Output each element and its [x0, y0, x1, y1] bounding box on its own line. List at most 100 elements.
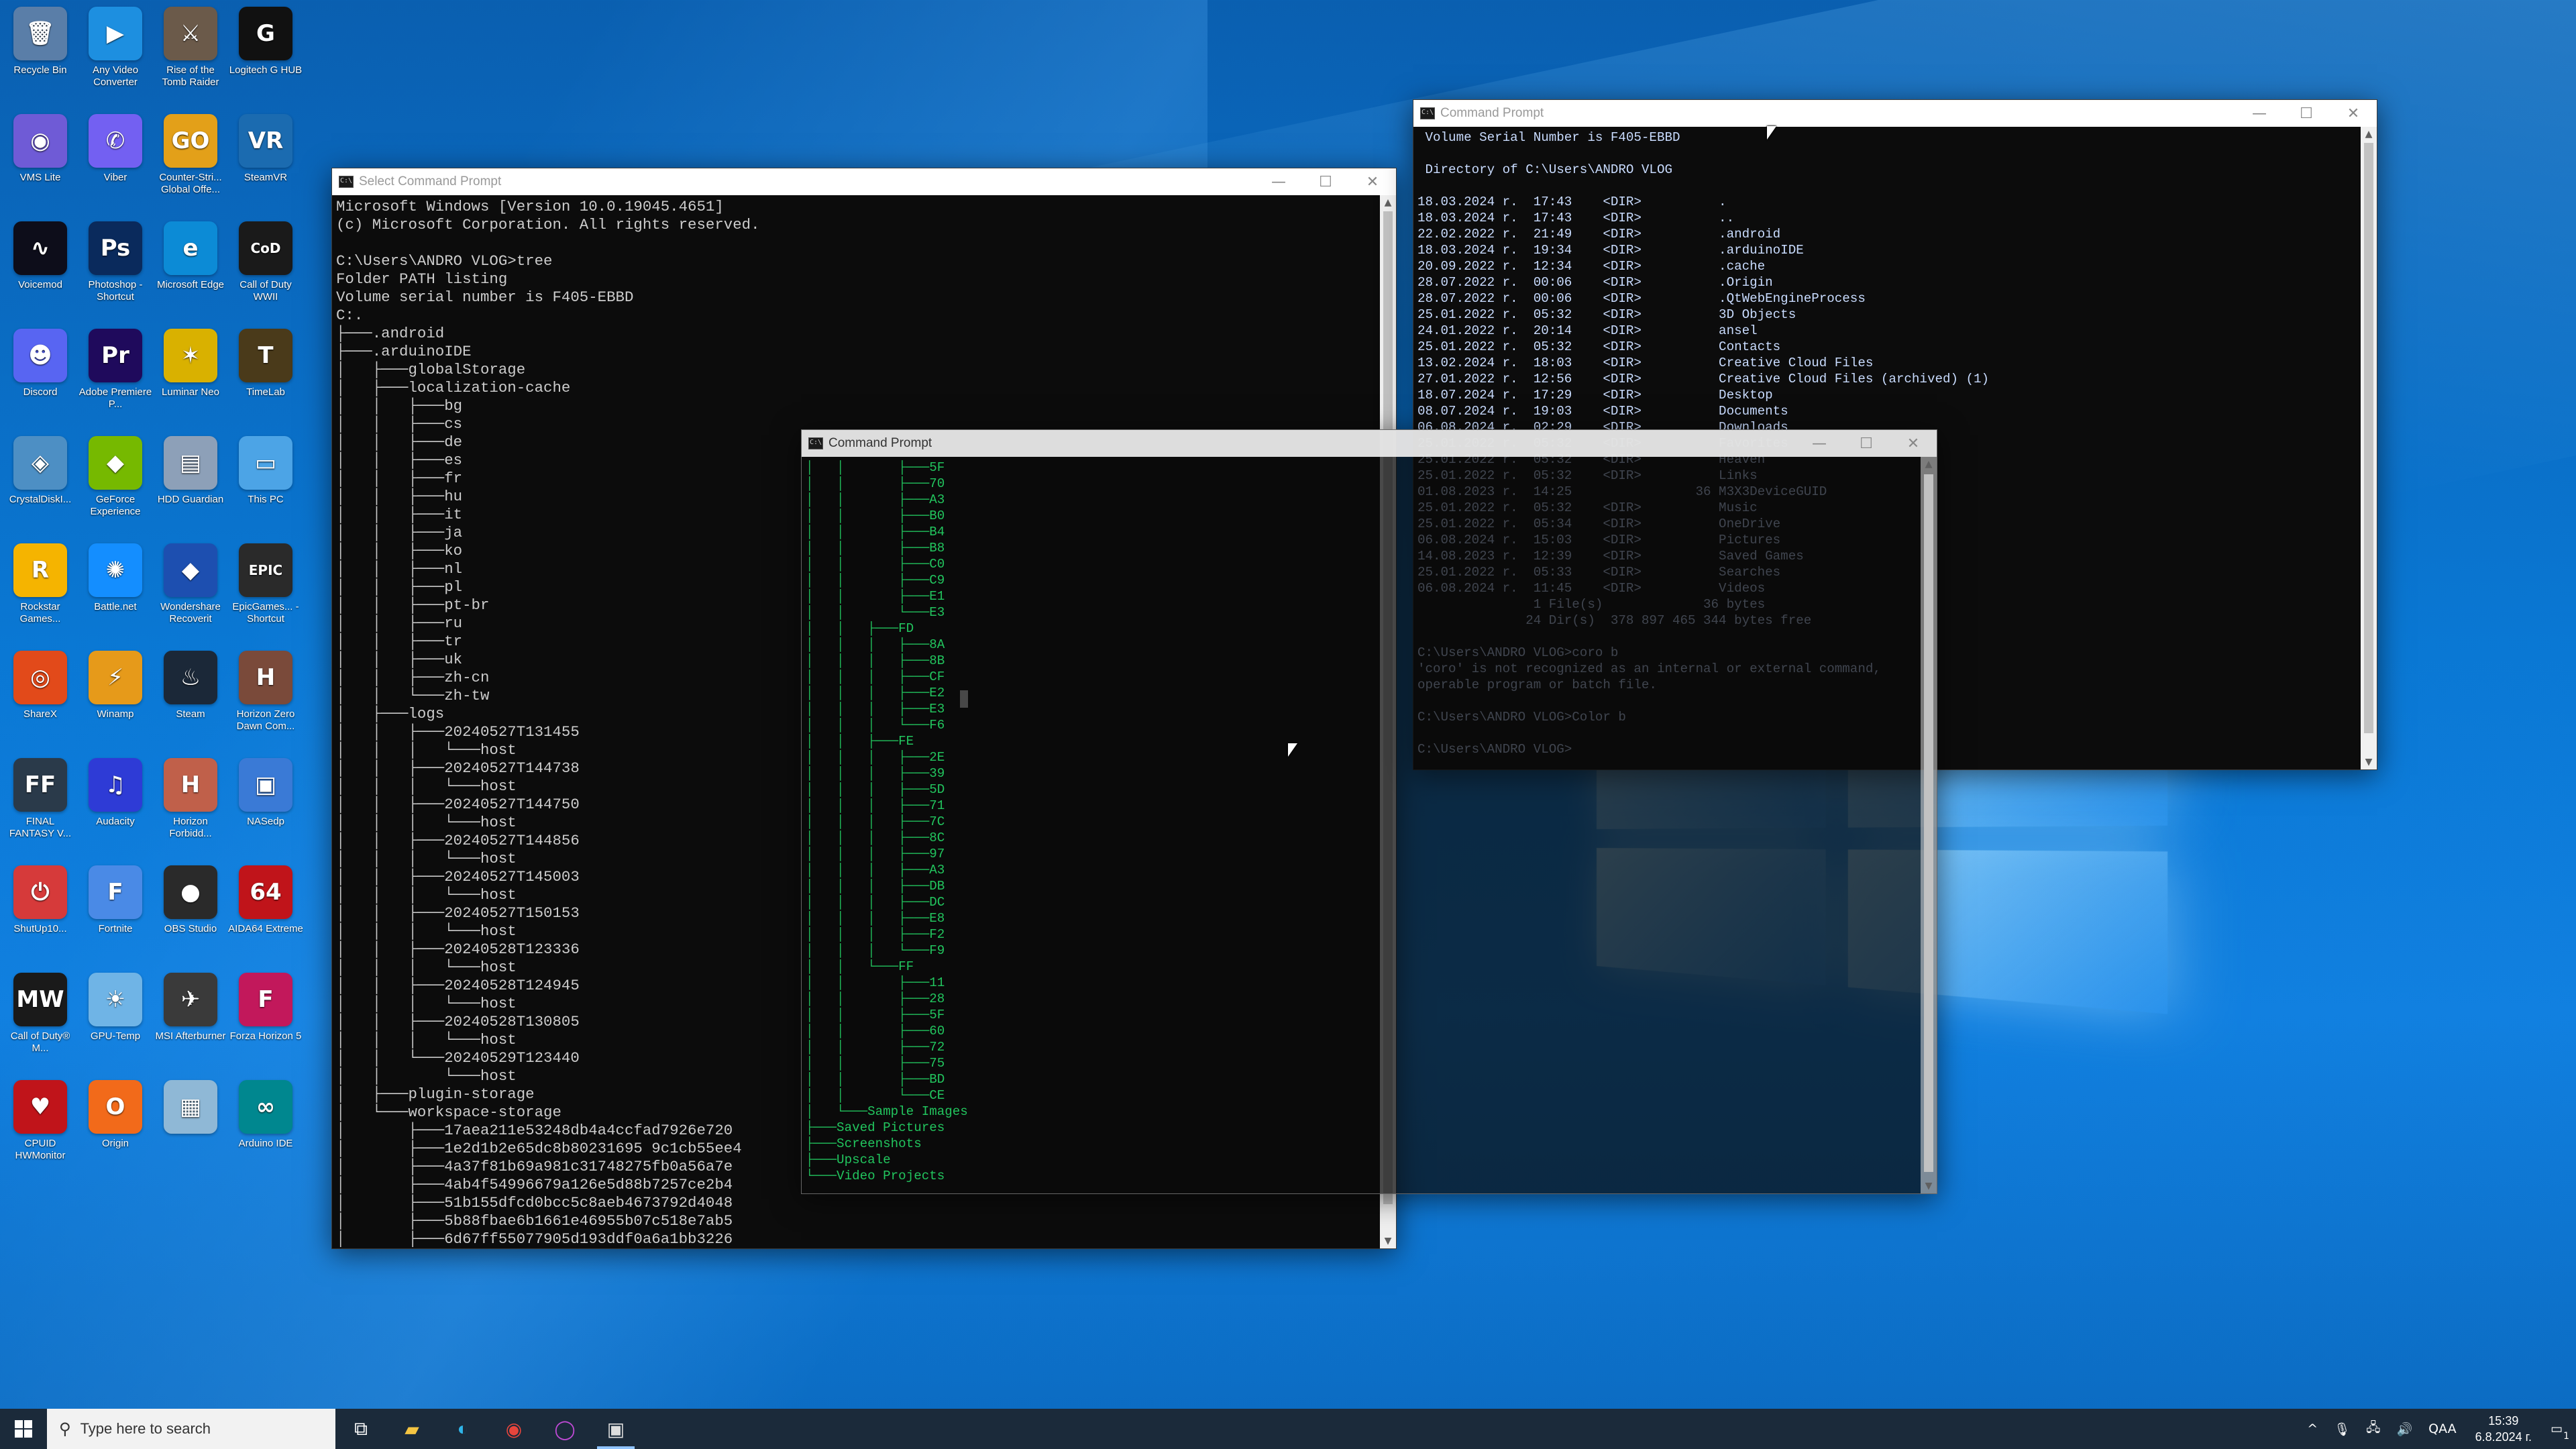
desktop-icon-label: Winamp	[97, 708, 134, 720]
scroll-thumb[interactable]	[1924, 474, 1933, 1172]
vertical-scrollbar[interactable]: ▲ ▼	[2361, 127, 2377, 769]
desktop-icon[interactable]: F Forza Horizon 5	[228, 970, 303, 1075]
desktop-icon[interactable]: ✶ Luminar Neo	[153, 326, 228, 431]
app-icon: Ps	[89, 221, 142, 275]
vertical-scrollbar[interactable]: ▲ ▼	[1921, 457, 1937, 1193]
desktop-icon[interactable]: ∿ Voicemod	[3, 219, 78, 323]
scroll-down-arrow-icon[interactable]: ▼	[1921, 1179, 1937, 1193]
desktop-icon[interactable]: e Microsoft Edge	[153, 219, 228, 323]
desktop-icon[interactable]: ▣ NASedp	[228, 755, 303, 860]
desktop-icon[interactable]: G Logitech G HUB	[228, 4, 303, 109]
desktop-icon[interactable]: ☻ Discord	[3, 326, 78, 431]
desktop-icon[interactable]: H Horizon Zero Dawn Com...	[228, 648, 303, 753]
app-icon: 🗑	[13, 7, 67, 60]
app-icon: ♫	[89, 758, 142, 812]
desktop-icon[interactable]: ⚡ Winamp	[78, 648, 153, 753]
desktop-icon[interactable]: ∞ Arduino IDE	[228, 1077, 303, 1182]
desktop-icon[interactable]: ◆ GeForce Experience	[78, 433, 153, 538]
mouse-pointer-icon	[1767, 126, 1776, 140]
maximize-button[interactable]: ☐	[1302, 174, 1349, 191]
scroll-down-arrow-icon[interactable]: ▼	[2361, 755, 2377, 769]
app-icon: EPIC	[239, 543, 292, 597]
app-icon: ✶	[164, 329, 217, 382]
desktop-icon[interactable]: R Rockstar Games...	[3, 541, 78, 645]
maximize-button[interactable]: ☐	[1843, 435, 1890, 452]
close-button[interactable]: ✕	[2330, 105, 2377, 122]
desktop-icon[interactable]: ◆ Wondershare Recoverit	[153, 541, 228, 645]
desktop-icon[interactable]: O Origin	[78, 1077, 153, 1182]
taskbar-edge-button[interactable]: ◐	[437, 1409, 488, 1449]
scroll-thumb[interactable]	[2364, 143, 2373, 733]
desktop-icon[interactable]: ♨ Steam	[153, 648, 228, 753]
clock-date: 6.8.2024 г.	[2475, 1430, 2532, 1444]
desktop-icon[interactable]: MW Call of Duty® M...	[3, 970, 78, 1075]
taskbar-search-box[interactable]: ⚲ Type here to search	[47, 1409, 335, 1449]
scroll-up-arrow-icon[interactable]: ▲	[1380, 195, 1396, 210]
desktop-icon[interactable]: 64 AIDA64 Extreme	[228, 863, 303, 967]
desktop-icon[interactable]: ◎ ShareX	[3, 648, 78, 753]
desktop-icon[interactable]: CoD Call of Duty WWII	[228, 219, 303, 323]
close-button[interactable]: ✕	[1349, 174, 1396, 191]
desktop-icon[interactable]: ⚔ Rise of the Tomb Raider	[153, 4, 228, 109]
desktop-icon[interactable]: Pr Adobe Premiere P...	[78, 326, 153, 431]
window-titlebar[interactable]: C:\ Select Command Prompt — ☐ ✕	[332, 168, 1396, 195]
app-icon: ●	[164, 865, 217, 919]
scroll-down-arrow-icon[interactable]: ▼	[1380, 1234, 1396, 1248]
microphone-icon[interactable]: 🎙	[2334, 1421, 2350, 1437]
desktop-icon[interactable]: VR SteamVR	[228, 111, 303, 216]
desktop-icon[interactable]: H Horizon Forbidd...	[153, 755, 228, 860]
taskbar-apps: ⧉ ▰ ◐ ◉ ◯ ▣	[335, 1409, 641, 1449]
desktop-icon[interactable]: ▦	[153, 1077, 228, 1182]
file-explorer-icon: ▰	[405, 1418, 419, 1440]
cmd-icon: C:\	[808, 437, 823, 449]
desktop-icon[interactable]: ⏻ ShutUp10...	[3, 863, 78, 967]
desktop-icon[interactable]: ▭ This PC	[228, 433, 303, 538]
clock[interactable]: 15:39 6.8.2024 г.	[2475, 1413, 2532, 1445]
taskbar-file-explorer-button[interactable]: ▰	[386, 1409, 437, 1449]
desktop-icon-label: Any Video Converter	[92, 64, 139, 88]
desktop-icon[interactable]: ▶ Any Video Converter	[78, 4, 153, 109]
window-titlebar[interactable]: C:\ Command Prompt — ☐ ✕	[1413, 100, 2377, 127]
maximize-button[interactable]: ☐	[2283, 105, 2330, 122]
network-icon[interactable]: 🖧	[2366, 1418, 2380, 1440]
tray-chevron-icon[interactable]: ^	[2307, 1421, 2318, 1436]
desktop-icon[interactable]: ✺ Battle.net	[78, 541, 153, 645]
desktop-icon[interactable]: ▤ HDD Guardian	[153, 433, 228, 538]
close-button[interactable]: ✕	[1890, 435, 1937, 452]
desktop-icon[interactable]: ✈ MSI Afterburner	[153, 970, 228, 1075]
desktop-icon[interactable]: ♫ Audacity	[78, 755, 153, 860]
desktop-icon[interactable]: FF FINAL FANTASY V...	[3, 755, 78, 860]
taskbar-command-prompt-button[interactable]: ▣	[590, 1409, 641, 1449]
desktop-icon[interactable]: ✆ Viber	[78, 111, 153, 216]
taskbar-task-view-button[interactable]: ⧉	[335, 1409, 386, 1449]
scroll-up-arrow-icon[interactable]: ▲	[1921, 457, 1937, 472]
start-button[interactable]	[0, 1409, 47, 1449]
desktop-icon-label: NASedp	[247, 816, 284, 827]
desktop-icon[interactable]: EPIC EpicGames... - Shortcut	[228, 541, 303, 645]
window-titlebar[interactable]: C:\ Command Prompt — ☐ ✕	[802, 430, 1937, 457]
desktop-icon[interactable]: F Fortnite	[78, 863, 153, 967]
desktop-icon[interactable]: ☀ GPU-Temp	[78, 970, 153, 1075]
desktop-icon[interactable]: GO Counter-Stri... Global Offe...	[153, 111, 228, 216]
taskbar-opera-button[interactable]: ◯	[539, 1409, 590, 1449]
desktop-icon[interactable]: 🗑 Recycle Bin	[3, 4, 78, 109]
notification-center-icon[interactable]: ▭ 1	[2551, 1421, 2569, 1442]
desktop-icon-label: CPUID HWMonitor	[15, 1138, 66, 1161]
volume-icon[interactable]: 🔊	[2396, 1421, 2412, 1437]
taskbar-chrome-button[interactable]: ◉	[488, 1409, 539, 1449]
desktop-icon[interactable]: ◉ VMS Lite	[3, 111, 78, 216]
desktop-icon[interactable]: ♥ CPUID HWMonitor	[3, 1077, 78, 1182]
input-language[interactable]: QAA	[2428, 1421, 2456, 1436]
app-icon: ♥	[13, 1080, 67, 1134]
desktop-icon[interactable]: ● OBS Studio	[153, 863, 228, 967]
scroll-up-arrow-icon[interactable]: ▲	[2361, 127, 2377, 142]
desktop-icon-label: Forza Horizon 5	[229, 1030, 302, 1042]
desktop-icon[interactable]: T TimeLab	[228, 326, 303, 431]
command-prompt-tree-window[interactable]: C:\ Command Prompt — ☐ ✕ │ │ ├───5F │ │ …	[801, 429, 1937, 1194]
console-output[interactable]: │ │ ├───5F │ │ ├───70 │ │ ├───A3 │ │ ├──…	[802, 457, 1937, 1193]
minimize-button[interactable]: —	[2236, 105, 2283, 122]
minimize-button[interactable]: —	[1255, 174, 1302, 191]
minimize-button[interactable]: —	[1796, 435, 1843, 452]
desktop-icon[interactable]: ◈ CrystalDiskI...	[3, 433, 78, 538]
desktop-icon[interactable]: Ps Photoshop - Shortcut	[78, 219, 153, 323]
